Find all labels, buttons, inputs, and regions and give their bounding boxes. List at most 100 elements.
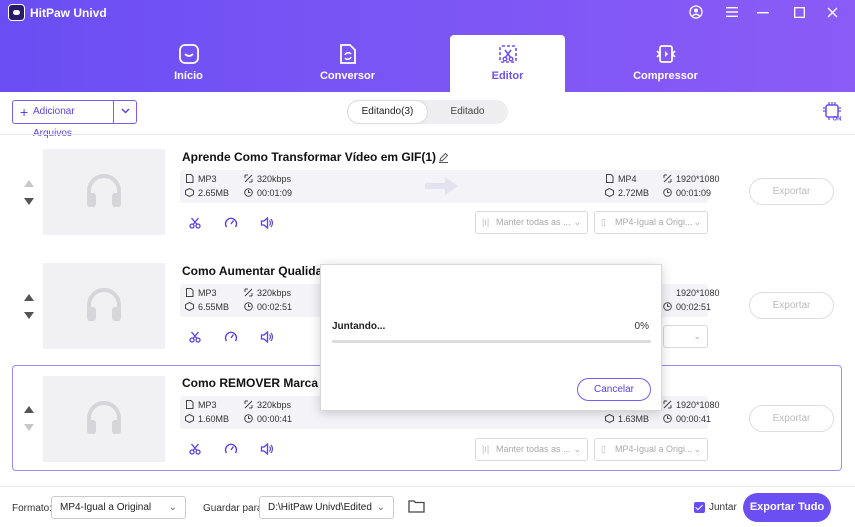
cut-icon[interactable] [189,443,201,455]
move-down-icon[interactable] [23,197,35,207]
chevron-down-icon: ⌄ [168,502,177,513]
volume-icon[interactable] [260,442,274,456]
title-bar: HitPaw Univd Início Conversor Editor Com… [0,0,855,92]
resolution-icon [663,400,672,409]
export-button[interactable]: Exportar [749,178,834,205]
move-up-icon[interactable] [23,404,35,414]
save-path-value: D:\HitPaw Univd\Edited [268,502,372,513]
plus-icon: + [20,104,29,120]
file-icon: ▯ [601,217,606,227]
hardware-acceleration-icon[interactable]: ON [822,101,842,123]
bitrate-icon [244,174,253,183]
add-files-dropdown[interactable] [113,100,137,124]
export-all-button[interactable]: Exportar Tudo [743,493,831,522]
src-format: MP3 [198,400,217,410]
speed-icon[interactable] [224,442,238,456]
headphones-icon [87,174,121,207]
size-icon [185,414,194,423]
size-icon [605,414,614,423]
headphones-icon [87,401,121,434]
tab-editor[interactable]: Editor [450,35,565,92]
move-down-icon[interactable] [23,311,35,321]
chevron-down-icon: ⌄ [376,502,385,513]
audio-select-value: Manter todas as ... [496,444,571,454]
clock-icon [244,302,253,311]
clock-icon [663,414,672,423]
arrow-right-icon [425,177,458,195]
compress-icon [655,45,676,63]
chevron-down-icon: ⌄ [693,331,701,341]
tab-conversor[interactable]: Conversor [290,35,405,92]
output-format-select[interactable]: ▯ MP4-Igual a Origi... ⌄ [594,211,708,234]
cut-icon[interactable] [189,217,201,229]
move-up-icon[interactable] [23,178,35,188]
tab-edited[interactable]: Editado [429,101,506,123]
global-format-value: MP4-Igual a Original [60,502,152,513]
export-button[interactable]: Exportar [749,405,834,432]
convert-icon [339,44,356,64]
tab-inicio[interactable]: Início [131,35,246,92]
audio-wave-icon: |ı| [482,444,490,454]
speed-icon[interactable] [224,216,238,230]
file-icon [606,174,614,183]
tab-editing[interactable]: Editando(3) [348,101,427,123]
src-duration: 00:01:09 [257,188,293,198]
folder-icon[interactable] [408,499,425,513]
clock-icon [663,302,672,311]
chevron-down-icon: ⌄ [693,217,701,227]
chevron-down-icon [121,108,129,114]
file-icon: ▯ [601,444,606,454]
thumbnail [43,263,165,349]
file-icon [186,288,194,297]
file-title: Aprende Como Transformar Vídeo em GIF(1) [182,150,437,164]
progress-percent: 0% [634,321,649,332]
audio-track-select[interactable]: |ı| Manter todas as ... ⌄ [475,211,588,234]
minimize-icon[interactable] [752,2,774,22]
format-select-value: MP4-Igual a Origi... [615,444,693,454]
src-duration: 00:02:51 [257,302,293,312]
src-size: 6.55MB [198,302,230,312]
divider [0,134,855,135]
out-duration: 00:00:41 [676,414,712,424]
merge-label: Juntar [709,502,737,513]
thumbnail [43,376,165,462]
clock-icon [244,188,253,197]
account-icon[interactable] [685,2,707,22]
file-icon [186,400,194,409]
file-info-panel: MP3 320kbps 2.65MB 00:01:09 MP4 1920*108… [180,170,720,203]
audio-wave-icon: |ı| [482,217,490,227]
maximize-icon[interactable] [788,2,810,22]
add-files-button[interactable]: + Adicionar Arquivos [12,100,114,139]
out-duration: 00:01:09 [676,188,712,198]
speed-icon[interactable] [224,330,238,344]
output-format-select[interactable]: ⌄ [663,325,708,348]
src-bitrate: 320kbps [257,288,292,298]
global-format-select[interactable]: MP4-Igual a Original ⌄ [51,496,186,519]
output-format-select[interactable]: ▯ MP4-Igual a Origi... ⌄ [594,438,708,461]
volume-icon[interactable] [260,216,274,230]
audio-track-select[interactable]: |ı| Manter todas as ... ⌄ [475,438,588,461]
menu-icon[interactable] [721,2,743,22]
cancel-button[interactable]: Cancelar [577,378,651,401]
save-to-label: Guardar para: [203,503,266,514]
tab-compressor[interactable]: Compressor [608,35,723,92]
out-resolution: 1920*1080 [676,400,720,410]
move-up-icon[interactable] [23,292,35,302]
app-title: HitPaw Univd [30,6,107,20]
tab-label: Conversor [319,70,376,82]
tab-label: Compressor [633,70,698,82]
volume-icon[interactable] [260,330,274,344]
home-icon [178,44,199,64]
cut-icon[interactable] [189,331,201,343]
merge-checkbox[interactable] [694,502,705,513]
app-logo-icon [8,4,25,21]
close-icon[interactable] [821,2,843,22]
status-segmented-control: Editando(3) Editado [347,100,508,124]
move-down-icon[interactable] [23,423,35,433]
export-button[interactable]: Exportar [749,292,834,319]
chevron-down-icon: ⌄ [573,217,581,227]
rename-icon[interactable] [438,152,449,163]
list-item: Aprende Como Transformar Vídeo em GIF(1)… [12,148,842,254]
save-path-select[interactable]: D:\HitPaw Univd\Edited ⌄ [259,496,394,519]
progress-bar [332,340,651,343]
